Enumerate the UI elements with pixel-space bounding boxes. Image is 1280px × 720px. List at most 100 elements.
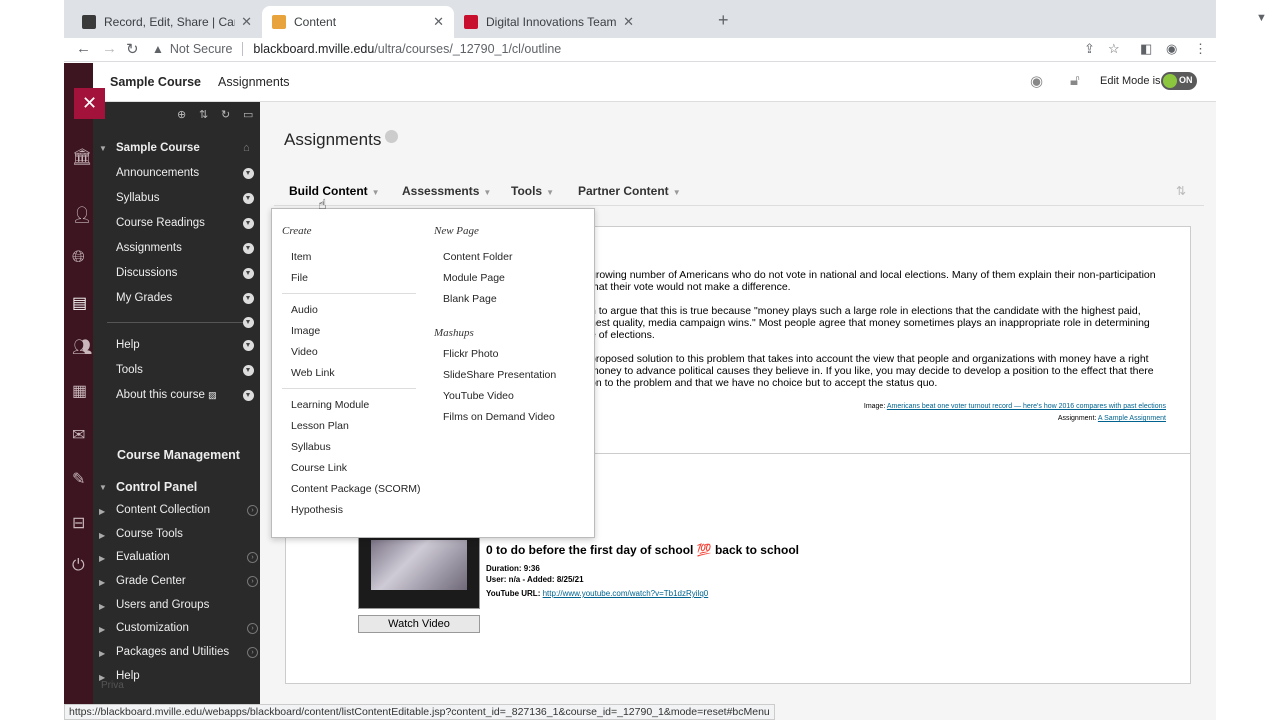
close-tab-icon[interactable]: ✕ [241,14,252,30]
item-options-icon[interactable] [243,193,254,204]
menu-item-films-on-demand[interactable]: Films on Demand Video [443,411,555,423]
item-options-icon[interactable] [243,168,254,179]
item-options-icon[interactable] [243,365,254,376]
browser-tab-camtasia[interactable]: Record, Edit, Share | Camtasia ✕ [72,6,262,38]
menu-item-audio[interactable]: Audio [291,304,318,316]
cp-content-collection[interactable]: Content Collection [116,504,210,516]
breadcrumb-page[interactable]: Assignments [218,75,290,89]
sign-out-icon[interactable]: ⏻ [72,557,85,575]
reorder-icon[interactable]: ⇅ [1176,184,1186,198]
folder-view-icon[interactable]: ▭ [243,108,253,121]
menu-item-module-page[interactable]: Module Page [443,272,505,284]
reorder-icon[interactable]: ⇅ [199,108,208,121]
calendar-icon[interactable]: ▦ [72,381,87,401]
menu-item-tools[interactable]: Tools [116,364,143,376]
cp-packages-utilities[interactable]: Packages and Utilities [116,646,229,658]
add-menu-item-icon[interactable]: ⊕ [177,108,186,121]
go-arrow-icon[interactable]: › [247,505,258,516]
item-options-icon[interactable] [243,243,254,254]
privacy-link[interactable]: Priva [101,680,124,691]
cp-grade-center[interactable]: Grade Center [116,575,186,587]
menu-item-course-link[interactable]: Course Link [291,462,347,474]
go-arrow-icon[interactable]: › [247,647,258,658]
video-thumbnail[interactable] [358,537,480,609]
student-preview-eye-icon[interactable]: ◉ [1030,72,1043,90]
menu-kebab-icon[interactable]: ⋮ [1194,41,1207,57]
item-options-icon[interactable] [243,268,254,279]
menu-item-lesson-plan[interactable]: Lesson Plan [291,420,349,432]
menu-item-announcements[interactable]: Announcements [116,167,199,179]
tab-search-chevron-icon[interactable]: ▼ [1256,12,1267,24]
collapse-arrow-icon[interactable]: ▼ [99,144,107,153]
menu-item-image[interactable]: Image [291,325,320,337]
image-source-link[interactable]: Americans beat one voter turnout record … [887,403,1166,410]
menu-item-video[interactable]: Video [291,346,318,358]
menu-item-hypothesis[interactable]: Hypothesis [291,504,343,516]
bookmark-star-icon[interactable]: ☆ [1108,41,1120,57]
menu-item-syllabus[interactable]: Syllabus [116,192,159,204]
messages-icon[interactable]: ✉ [72,425,85,445]
menu-item-file[interactable]: File [291,272,308,284]
cp-evaluation[interactable]: Evaluation [116,551,170,563]
menu-item-discussions[interactable]: Discussions [116,267,177,279]
side-panel-icon[interactable]: ◧ [1140,41,1152,57]
breadcrumb-course[interactable]: Sample Course [110,75,201,89]
menu-item-about[interactable]: About this course ▨ [116,389,217,401]
assignment-link[interactable]: A Sample Assignment [1098,415,1166,422]
expand-arrow-icon[interactable]: ▶ [99,625,105,634]
menu-item-youtube-video[interactable]: YouTube Video [443,390,514,402]
home-icon[interactable]: ⌂ [243,142,250,154]
menu-item-assignments[interactable]: Assignments [116,242,182,254]
expand-arrow-icon[interactable]: ▶ [99,554,105,563]
warning-triangle-icon[interactable]: ▲ [152,42,164,56]
new-tab-plus-icon[interactable]: + [718,10,729,31]
control-panel-title[interactable]: Control Panel [116,480,197,494]
menu-item-syllabus[interactable]: Syllabus [291,441,331,453]
close-menu-button[interactable]: ✕ [74,88,105,119]
expand-arrow-icon[interactable]: ▶ [99,531,105,540]
profile-avatar-icon[interactable]: ◉ [1166,41,1177,57]
edit-mode-toggle[interactable]: ON [1161,72,1197,90]
menu-item-web-link[interactable]: Web Link [291,367,335,379]
item-options-icon[interactable] [243,293,254,304]
expand-arrow-icon[interactable]: ▶ [99,507,105,516]
menu-item-item[interactable]: Item [291,251,311,263]
build-content-button[interactable]: Build Content ▼ [289,184,380,198]
assessments-button[interactable]: Assessments ▼ [402,184,491,198]
share-icon[interactable]: ⇪ [1084,41,1095,57]
menu-item-learning-module[interactable]: Learning Module [291,399,369,411]
forward-arrow-icon[interactable]: → [102,40,117,57]
expand-arrow-icon[interactable]: ▶ [99,649,105,658]
refresh-icon[interactable]: ↻ [221,108,230,121]
menu-item-blank-page[interactable]: Blank Page [443,293,497,305]
options-chevron-icon[interactable] [385,130,399,143]
go-arrow-icon[interactable]: › [247,576,258,587]
go-arrow-icon[interactable]: › [247,623,258,634]
expand-arrow-icon[interactable]: ▶ [99,578,105,587]
globe-icon[interactable]: 🌐︎ [72,249,85,267]
tools-icon[interactable]: ⊟ [72,513,85,533]
close-tab-icon[interactable]: ✕ [433,14,444,30]
institution-icon[interactable]: 🏛︎ [72,147,92,167]
cp-users-and-groups[interactable]: Users and Groups [116,599,209,611]
menu-item-my-grades[interactable]: My Grades [116,292,172,304]
menu-item-content-folder[interactable]: Content Folder [443,251,512,263]
close-tab-icon[interactable]: ✕ [623,14,634,30]
grades-icon[interactable]: ✎ [72,469,85,489]
back-arrow-icon[interactable]: ← [76,40,91,57]
watch-video-button[interactable]: Watch Video [358,615,480,633]
courses-icon[interactable]: ▤ [72,293,87,313]
go-arrow-icon[interactable]: › [247,552,258,563]
menu-item-help[interactable]: Help [116,339,140,351]
menu-item-slideshare[interactable]: SlideShare Presentation [443,369,556,381]
tools-button[interactable]: Tools ▼ [511,184,554,198]
organizations-icon[interactable]: 👥︎ [72,337,92,357]
menu-item-course-readings[interactable]: Course Readings [116,217,205,229]
cp-customization[interactable]: Customization [116,622,189,634]
collapse-arrow-icon[interactable]: ▼ [99,483,107,492]
reload-icon[interactable]: ↻ [126,40,139,58]
course-menu-title[interactable]: Sample Course [116,142,200,154]
item-options-icon[interactable] [243,390,254,401]
item-options-icon[interactable] [243,317,254,328]
expand-arrow-icon[interactable]: ▶ [99,602,105,611]
